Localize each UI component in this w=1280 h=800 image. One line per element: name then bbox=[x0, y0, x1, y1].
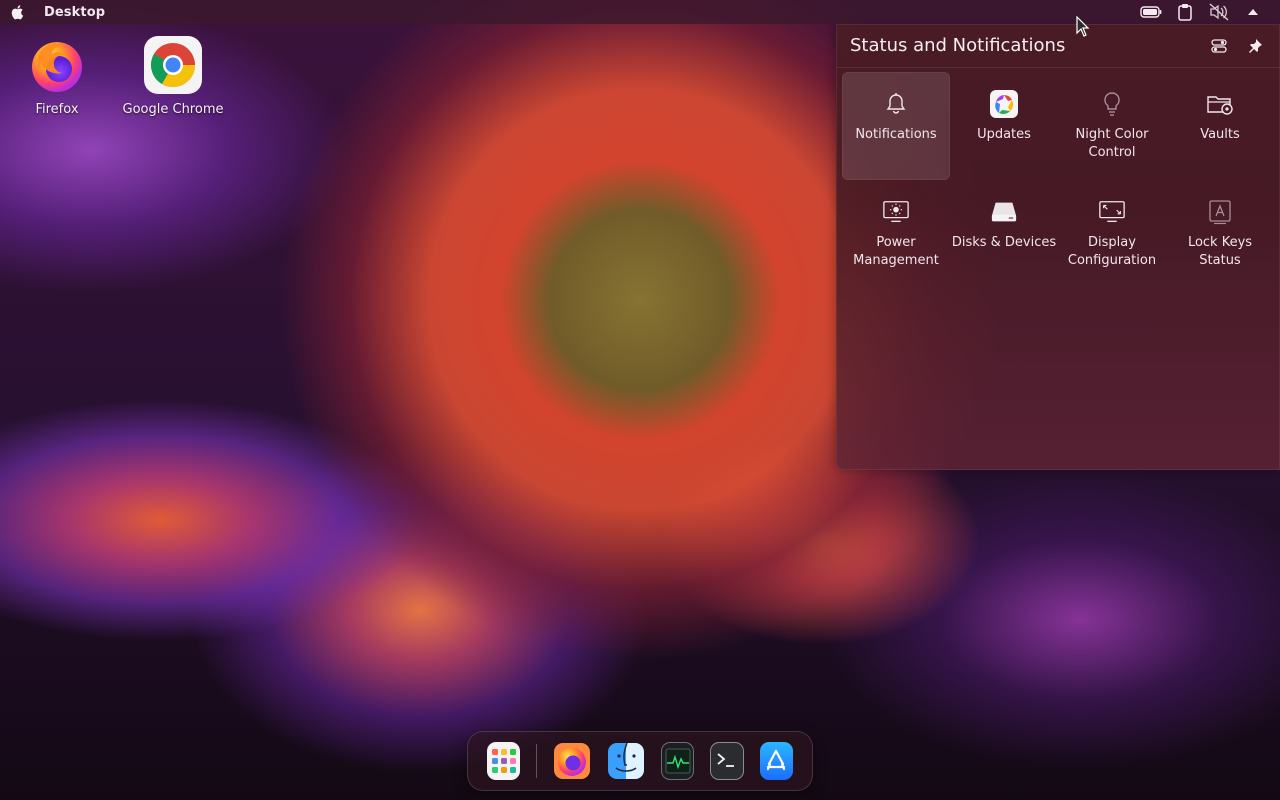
desktop-icon-google-chrome[interactable]: Google Chrome bbox=[118, 36, 228, 117]
tile-label: Notifications bbox=[855, 127, 937, 142]
tile-notifications[interactable]: Notifications bbox=[842, 72, 950, 180]
tile-label: Vaults bbox=[1200, 127, 1240, 142]
panel-title: Status and Notifications bbox=[850, 35, 1066, 56]
mouse-cursor-icon bbox=[1076, 15, 1090, 38]
terminal-icon[interactable] bbox=[710, 742, 744, 780]
desktop-icon-label: Firefox bbox=[35, 102, 79, 117]
tile-display-configuration[interactable]: Display Configuration bbox=[1058, 180, 1166, 288]
chevron-up-icon[interactable] bbox=[1242, 3, 1264, 21]
finder-icon[interactable] bbox=[607, 742, 645, 780]
updates-icon bbox=[990, 90, 1018, 118]
pin-icon[interactable] bbox=[1244, 35, 1266, 57]
tile-updates[interactable]: Updates bbox=[950, 72, 1058, 180]
power-management-icon bbox=[882, 198, 910, 226]
disk-icon bbox=[990, 198, 1018, 226]
app-store-icon[interactable] bbox=[759, 742, 793, 780]
lightbulb-icon bbox=[1098, 90, 1126, 118]
system-tray bbox=[1140, 3, 1264, 21]
tile-label: Power Management bbox=[853, 235, 939, 268]
volume-muted-icon[interactable] bbox=[1208, 3, 1230, 21]
chrome-icon bbox=[144, 36, 202, 94]
tile-label: Night Color Control bbox=[1075, 127, 1149, 160]
clipboard-icon[interactable] bbox=[1174, 3, 1196, 21]
status-notifications-panel: Status and Notifications Notifications U… bbox=[836, 24, 1280, 470]
app-grid-icon[interactable] bbox=[487, 742, 521, 780]
firefox-icon bbox=[28, 36, 86, 94]
tile-night-color-control[interactable]: Night Color Control bbox=[1058, 72, 1166, 180]
tile-label: Lock Keys Status bbox=[1187, 235, 1253, 268]
apple-icon[interactable] bbox=[10, 4, 26, 20]
vault-icon bbox=[1206, 90, 1234, 118]
desktop-icon-firefox[interactable]: Firefox bbox=[2, 36, 112, 117]
tile-label: Disks & Devices bbox=[951, 235, 1057, 250]
lock-keys-icon bbox=[1206, 198, 1234, 226]
tile-lock-keys-status[interactable]: Lock Keys Status bbox=[1166, 180, 1274, 288]
battery-icon[interactable] bbox=[1140, 3, 1162, 21]
desktop-icon-label: Google Chrome bbox=[122, 102, 224, 117]
panel-header: Status and Notifications bbox=[836, 24, 1280, 68]
tile-disks-devices[interactable]: Disks & Devices bbox=[950, 180, 1058, 288]
bell-icon bbox=[882, 90, 910, 118]
configure-icon[interactable] bbox=[1208, 35, 1230, 57]
dock bbox=[467, 731, 813, 791]
display-icon bbox=[1098, 198, 1126, 226]
applet-grid: Notifications Updates Night Color Contro… bbox=[836, 68, 1280, 288]
active-window-title: Desktop bbox=[44, 4, 106, 20]
tile-label: Updates bbox=[977, 127, 1031, 142]
panel-actions bbox=[1208, 35, 1266, 57]
tile-power-management[interactable]: Power Management bbox=[842, 180, 950, 288]
dock-separator bbox=[536, 744, 538, 778]
top-bar-left: Desktop bbox=[10, 4, 105, 20]
tile-vaults[interactable]: Vaults bbox=[1166, 72, 1274, 180]
tile-label: Display Configuration bbox=[1067, 235, 1157, 268]
activity-monitor-icon[interactable] bbox=[661, 742, 695, 780]
firefox-icon[interactable] bbox=[553, 742, 591, 780]
